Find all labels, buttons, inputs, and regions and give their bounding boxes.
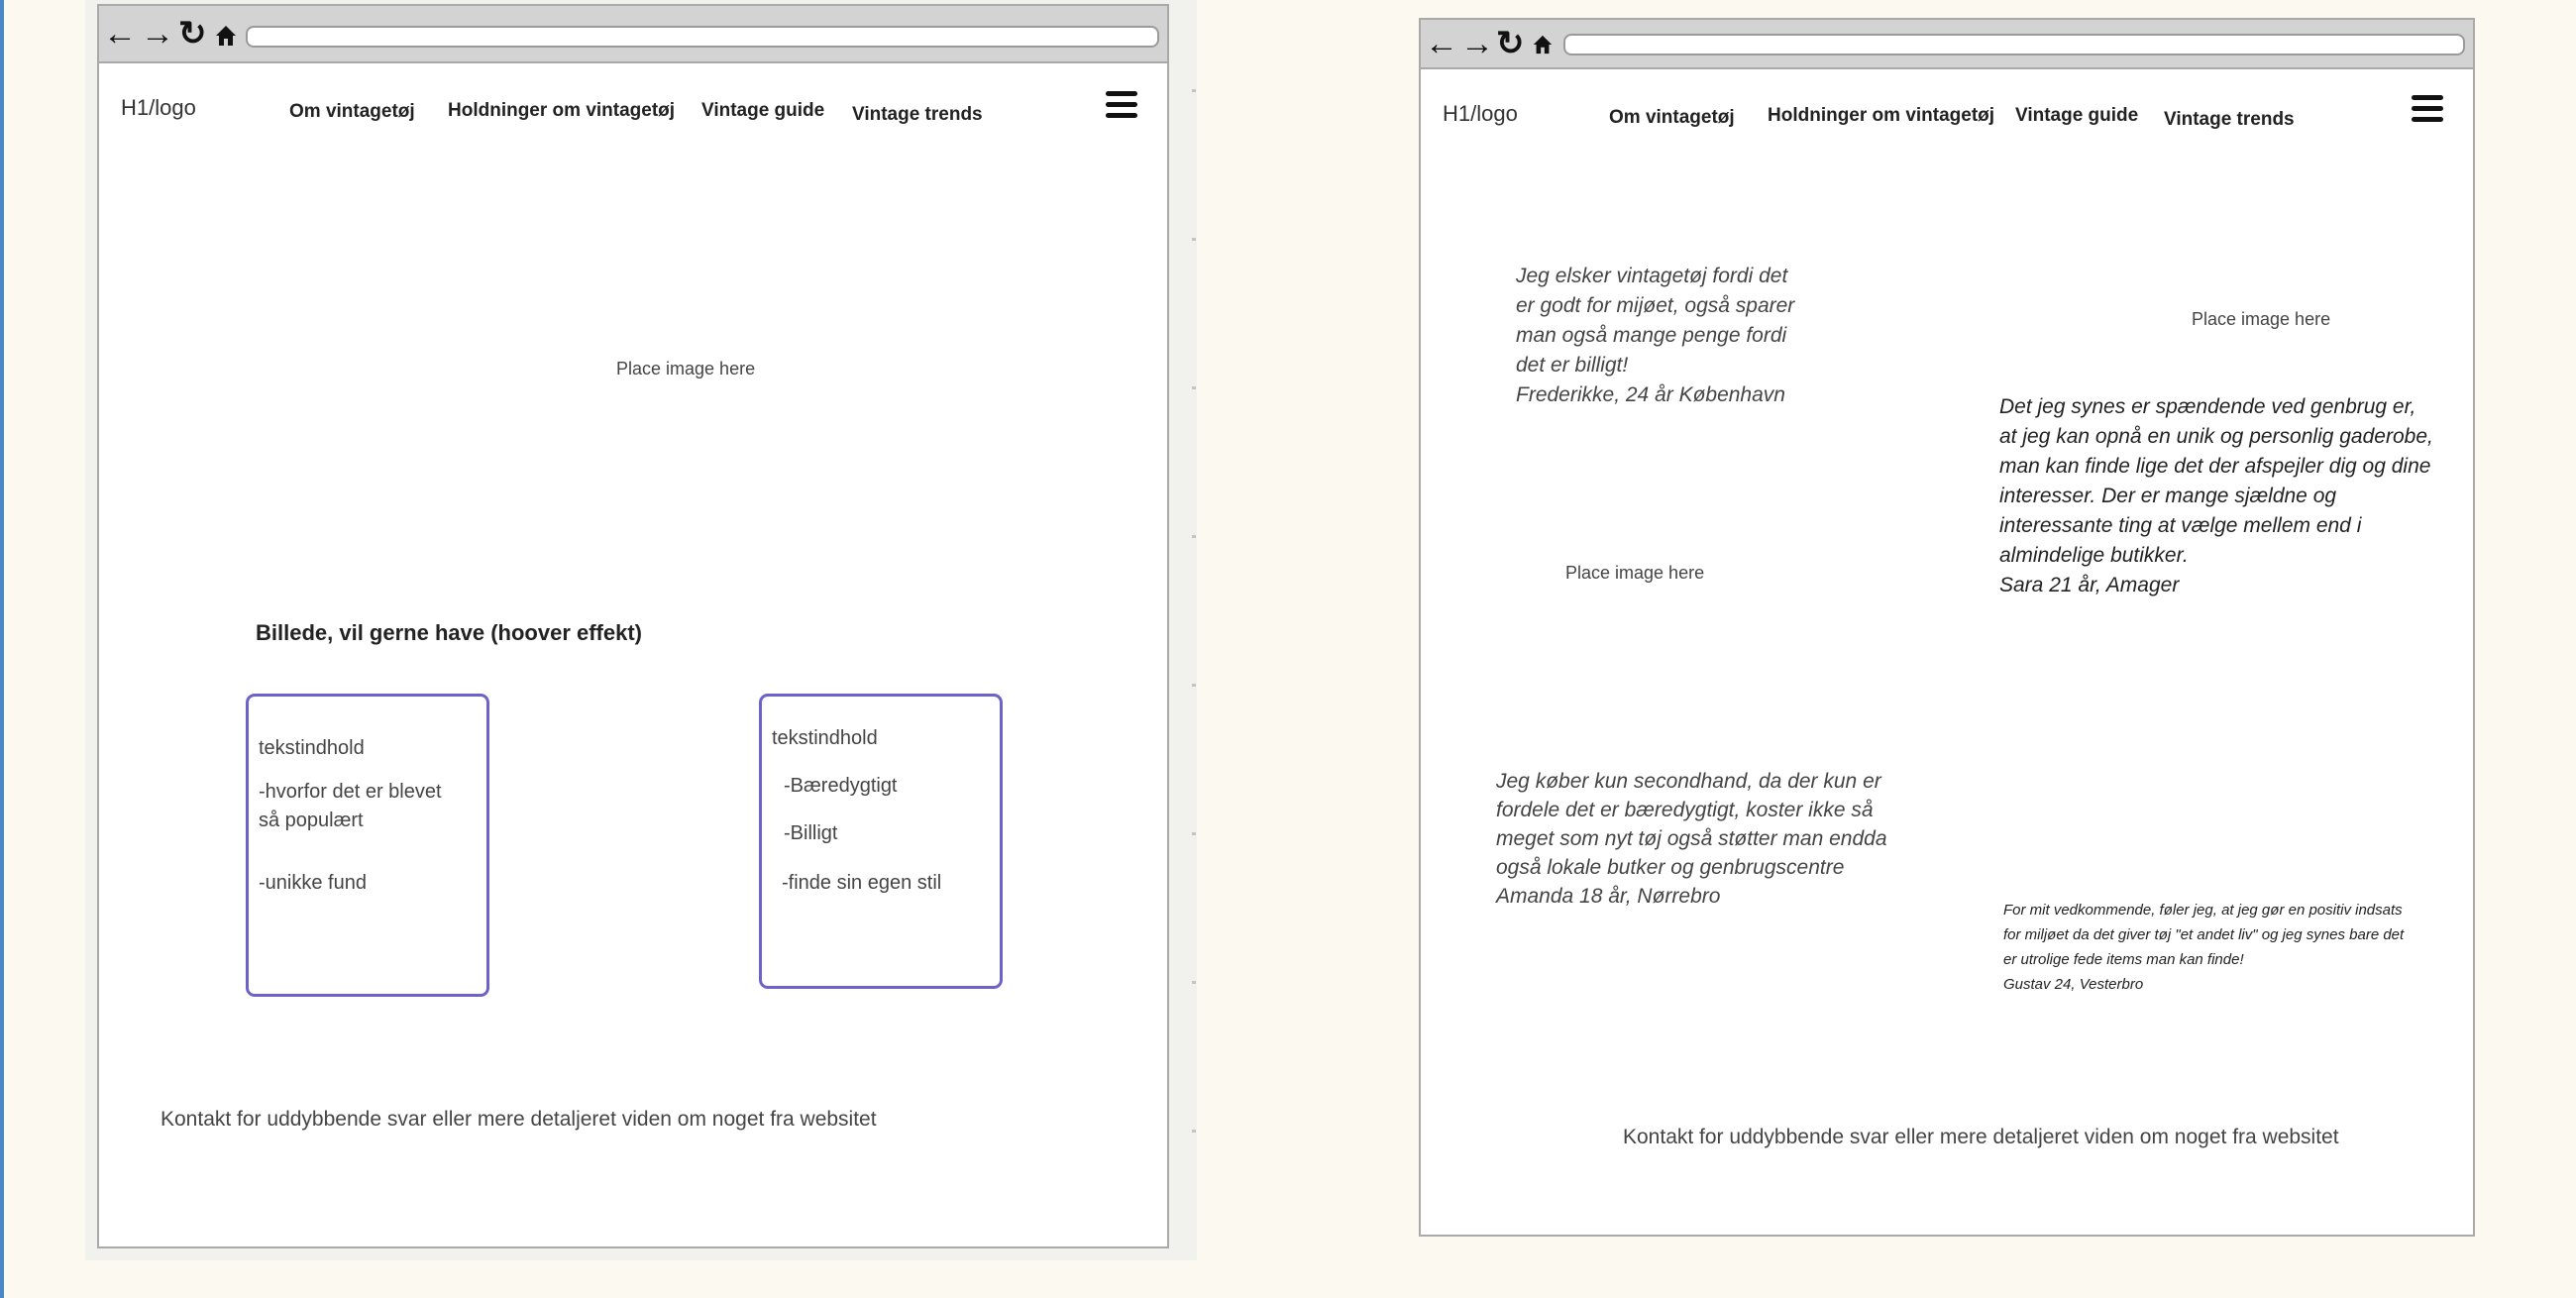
right-browser-window: ← → ↻ H1/logo Om vintagetøj Holdninger o…	[1419, 18, 2475, 1237]
logo[interactable]: H1/logo	[121, 95, 196, 121]
home-icon[interactable]	[1532, 34, 1554, 55]
card-2-title: tekstindhold	[772, 727, 878, 749]
back-arrow-icon[interactable]: ←	[103, 14, 137, 54]
nav-om-vintagetoj[interactable]: Om vintagetøj	[289, 101, 415, 123]
card-1-line-2: så populært	[259, 810, 364, 831]
reload-icon[interactable]: ↻	[178, 14, 207, 54]
card-2-line-3: -finde sin egen stil	[782, 872, 942, 894]
nav-holdninger[interactable]: Holdninger om vintagetøj	[1768, 105, 1994, 127]
card-1-line-1: -hvorfor det er blevet	[259, 781, 442, 803]
left-browser-window: ← → ↻ H1/logo Om vintagetøj Holdninger o…	[97, 4, 1169, 1248]
backdrop-edge-ticks	[1192, 0, 1198, 1260]
content-card-1[interactable]: tekstindhold -hvorfor det er blevet så p…	[246, 694, 489, 997]
left-edge-bar	[0, 0, 4, 1298]
browser-toolbar: ← → ↻	[1421, 20, 2473, 69]
hamburger-menu-icon[interactable]	[2412, 95, 2443, 123]
quote-gustav: For mit vedkommende, føler jeg, at jeg g…	[2003, 902, 2405, 993]
footer-contact: Kontakt for uddybbende svar eller mere d…	[1623, 1126, 2339, 1148]
card-2-line-2: -Billigt	[784, 822, 838, 844]
nav-vintage-guide[interactable]: Vintage guide	[701, 100, 824, 122]
logo[interactable]: H1/logo	[1443, 101, 1518, 127]
url-bar[interactable]	[246, 26, 1159, 48]
image-placeholder-2: Place image here	[1565, 563, 1705, 583]
card-1-title: tekstindhold	[259, 737, 365, 759]
image-placeholder-1: Place image here	[2192, 309, 2331, 329]
url-bar[interactable]	[1563, 34, 2465, 55]
forward-arrow-icon[interactable]: →	[141, 14, 174, 54]
nav-vintage-trends[interactable]: Vintage trends	[2164, 109, 2295, 131]
nav-om-vintagetoj[interactable]: Om vintagetøj	[1609, 107, 1735, 129]
quote-amanda: Jeg køber kun secondhand, da der kun er …	[1496, 770, 1887, 908]
nav-vintage-guide[interactable]: Vintage guide	[2015, 105, 2138, 127]
browser-toolbar: ← → ↻	[99, 6, 1167, 63]
forward-arrow-icon[interactable]: →	[1460, 24, 1494, 63]
footer-contact: Kontakt for uddybbende svar eller mere d…	[161, 1108, 877, 1131]
home-icon[interactable]	[214, 24, 238, 48]
hamburger-menu-icon[interactable]	[1106, 91, 1137, 119]
hero-image-placeholder: Place image here	[616, 359, 756, 379]
card-2-line-1: -Bæredygtigt	[784, 775, 898, 797]
reload-icon[interactable]: ↻	[1496, 24, 1525, 63]
content-card-2[interactable]: tekstindhold -Bæredygtigt -Billigt -find…	[759, 694, 1003, 989]
quote-sara: Det jeg synes er spændende ved genbrug e…	[1999, 395, 2433, 596]
section-heading: Billede, vil gerne have (hoover effekt)	[256, 620, 643, 645]
back-arrow-icon[interactable]: ←	[1425, 24, 1458, 63]
nav-holdninger[interactable]: Holdninger om vintagetøj	[448, 100, 675, 122]
card-1-line-3: -unikke fund	[259, 872, 367, 894]
nav-vintage-trends[interactable]: Vintage trends	[852, 104, 983, 126]
quote-frederikke: Jeg elsker vintagetøj fordi det er godt …	[1516, 265, 1795, 406]
